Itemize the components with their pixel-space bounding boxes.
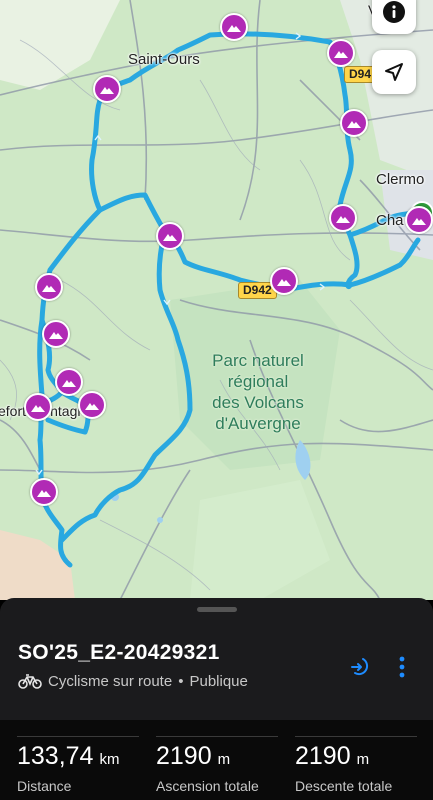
mountain-icon — [336, 215, 350, 223]
summit-pin[interactable] — [35, 273, 63, 301]
map-label-saint-ours: Saint-Ours — [128, 51, 200, 68]
stat-unit: m — [217, 751, 231, 768]
mountain-icon — [163, 233, 177, 241]
summit-pin[interactable] — [327, 39, 355, 67]
activity-sheet: SO'25_E2-20429321 Cyclisme sur route • P… — [0, 598, 433, 800]
park-label-line: des Volcans — [212, 393, 304, 412]
send-to-device-button[interactable] — [348, 654, 374, 680]
stat-value: 133,74 km — [17, 742, 119, 771]
locate-button[interactable] — [372, 50, 416, 94]
summit-pin[interactable] — [93, 75, 121, 103]
mountain-icon — [347, 120, 361, 128]
stat-divider — [295, 736, 417, 737]
activity-visibility: Publique — [189, 672, 248, 690]
stat-value: 2190 m — [156, 742, 230, 771]
stat-ascent: 2190 m Ascension totale — [156, 736, 278, 796]
map-view[interactable]: Saint-Ours Clermo Cha efort-Montagne V P… — [0, 0, 433, 600]
summit-pin[interactable] — [405, 206, 433, 234]
mountain-icon — [85, 402, 99, 410]
map-label-cha: Cha — [376, 212, 404, 229]
mountain-icon — [277, 278, 291, 286]
summit-pin[interactable] — [270, 267, 298, 295]
stat-descent: 2190 m Descente totale — [295, 736, 417, 796]
bicycle-icon — [18, 674, 42, 689]
stat-number: 2190 — [295, 742, 351, 770]
mountain-icon — [37, 489, 51, 497]
info-button[interactable] — [372, 0, 416, 34]
summit-pin[interactable] — [55, 368, 83, 396]
stat-distance: 133,74 km Distance — [17, 736, 139, 796]
map-base — [0, 0, 433, 600]
summit-pin[interactable] — [156, 222, 184, 250]
mountain-icon — [31, 404, 45, 412]
stat-value: 2190 m — [295, 742, 369, 771]
sheet-handle[interactable] — [197, 607, 237, 612]
mountain-icon — [227, 24, 241, 32]
stat-unit: m — [356, 751, 370, 768]
stat-divider — [17, 736, 139, 737]
summit-pin[interactable] — [42, 320, 70, 348]
navigation-arrow-icon — [385, 63, 403, 81]
meta-separator: • — [178, 672, 184, 690]
summit-pin[interactable] — [340, 109, 368, 137]
mountain-icon — [49, 331, 63, 339]
summit-pin[interactable] — [78, 391, 106, 419]
send-to-device-icon — [351, 658, 369, 676]
stat-label: Distance — [17, 778, 72, 794]
mountain-icon — [100, 86, 114, 94]
summit-pin[interactable] — [220, 13, 248, 41]
stat-number: 2190 — [156, 742, 212, 770]
more-options-button[interactable] — [389, 654, 415, 680]
mountain-icon — [42, 284, 56, 292]
activity-title: SO'25_E2-20429321 — [18, 641, 220, 664]
stat-label: Descente totale — [295, 778, 393, 794]
stat-label: Ascension totale — [156, 778, 259, 794]
park-label-line: Parc naturel — [212, 351, 304, 370]
park-label-line: d'Auvergne — [215, 414, 301, 433]
mountain-icon — [412, 217, 426, 225]
more-vertical-icon — [399, 656, 405, 678]
info-icon — [383, 1, 405, 23]
mountain-icon — [334, 50, 348, 58]
summit-pin[interactable] — [329, 204, 357, 232]
park-label: Parc naturel régional des Volcans d'Auve… — [185, 350, 331, 434]
stat-number: 133,74 — [17, 742, 94, 770]
activity-type: Cyclisme sur route — [48, 672, 173, 690]
stat-unit: km — [99, 751, 120, 768]
summit-pin[interactable] — [24, 393, 52, 421]
mountain-icon — [62, 379, 76, 387]
map-label-clermont: Clermo — [376, 171, 425, 188]
summit-pin[interactable] — [30, 478, 58, 506]
stat-divider — [156, 736, 278, 737]
park-label-line: régional — [227, 372, 289, 391]
activity-meta: Cyclisme sur route • Publique — [18, 671, 248, 691]
stats-panel: 133,74 km Distance 2190 m Ascension totale… — [0, 720, 433, 800]
